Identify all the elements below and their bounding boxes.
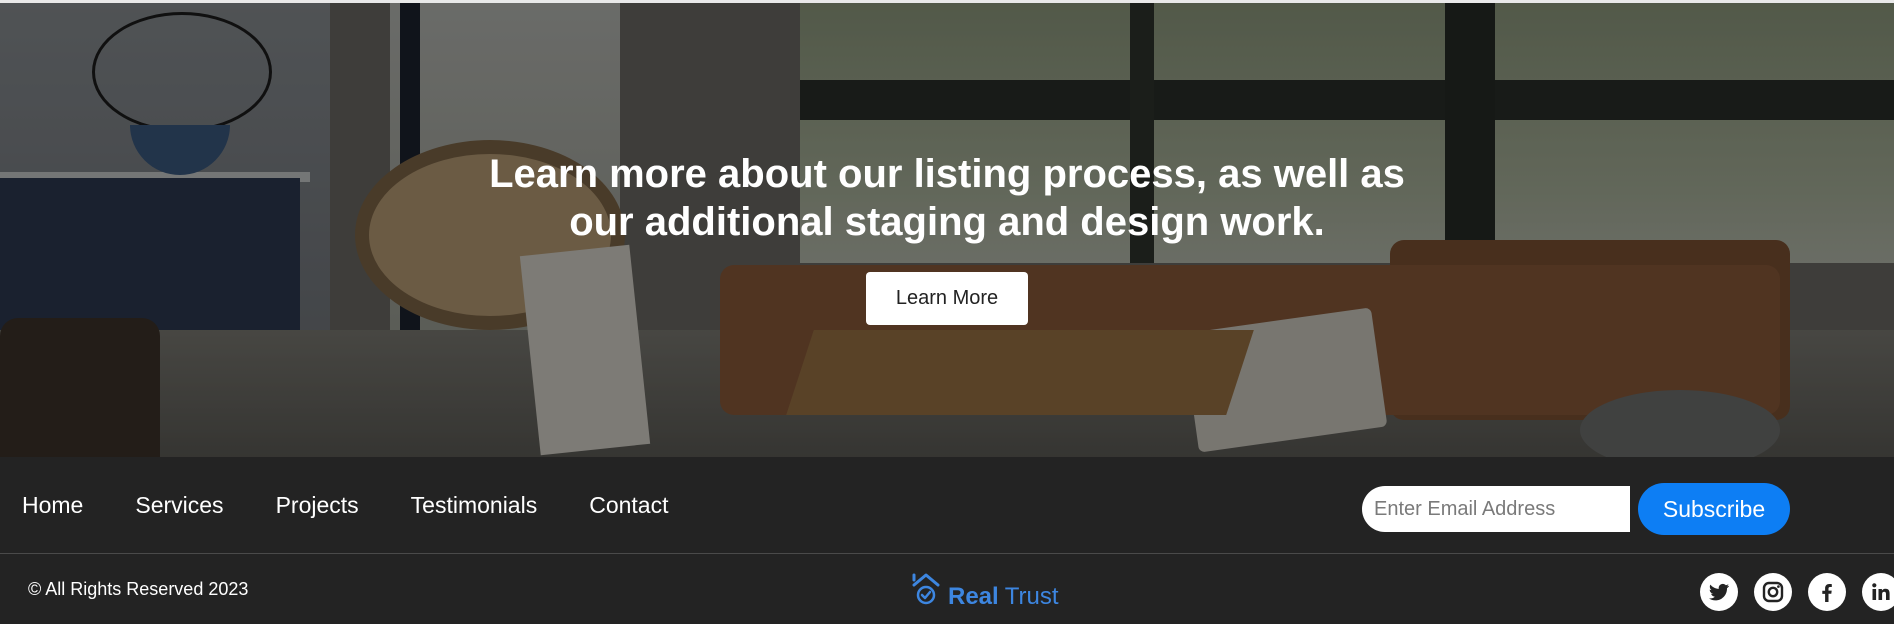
nav-link-home[interactable]: Home: [22, 492, 83, 519]
newsletter-form: Subscribe: [1362, 483, 1790, 535]
hero-content: Learn more about our listing process, as…: [0, 150, 1894, 325]
facebook-icon[interactable]: [1808, 573, 1846, 611]
social-links: [1700, 573, 1894, 611]
email-input[interactable]: [1362, 486, 1630, 532]
nav-links: Home Services Projects Testimonials Cont…: [22, 457, 720, 554]
brand-name-strong: Real: [948, 583, 999, 610]
hero-banner: Learn more about our listing process, as…: [0, 0, 1894, 457]
footer-bottom: © All Rights Reserved 2023 Real Trust: [0, 555, 1894, 624]
hero-title: Learn more about our listing process, as…: [489, 152, 1405, 244]
nav-link-services[interactable]: Services: [135, 492, 223, 519]
nav-link-projects[interactable]: Projects: [276, 492, 359, 519]
subscribe-button[interactable]: Subscribe: [1638, 483, 1790, 535]
nav-link-contact[interactable]: Contact: [589, 492, 668, 519]
footer-nav-bar: Home Services Projects Testimonials Cont…: [0, 457, 1894, 554]
brand-logo[interactable]: Real Trust: [910, 571, 1058, 612]
brand-name: Real Trust: [948, 582, 1058, 612]
house-check-icon: [910, 571, 942, 612]
brand-name-light: Trust: [1004, 583, 1059, 610]
top-divider: [0, 0, 1894, 3]
learn-more-button[interactable]: Learn More: [866, 272, 1028, 325]
twitter-icon[interactable]: [1700, 573, 1738, 611]
instagram-icon[interactable]: [1754, 573, 1792, 611]
linkedin-icon[interactable]: [1862, 573, 1894, 611]
nav-link-testimonials[interactable]: Testimonials: [411, 492, 538, 519]
copyright-text: © All Rights Reserved 2023: [28, 579, 249, 599]
